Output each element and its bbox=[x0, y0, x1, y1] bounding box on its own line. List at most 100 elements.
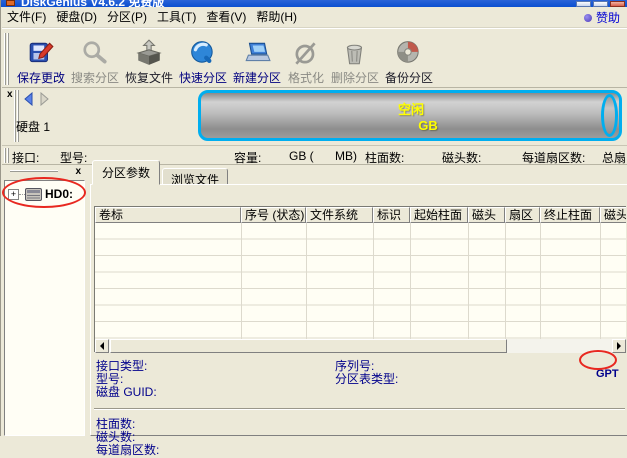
new-partition-button[interactable]: 新建分区 bbox=[230, 32, 284, 86]
quick-partition-button[interactable]: 快速分区 bbox=[176, 32, 230, 86]
save-changes-icon bbox=[27, 39, 55, 67]
partition-panel: 分区参数 浏览文件 卷标 序号 (状态) 文件系统 标识 起始柱面 磁头 扇区 … bbox=[90, 165, 627, 436]
geometry-details-section: 柱面数: 磁头数: 每道扇区数: bbox=[94, 412, 626, 456]
table-gridline bbox=[468, 223, 469, 339]
toolbar-button-label: 快速分区 bbox=[179, 69, 227, 86]
quick-partition-icon bbox=[189, 39, 217, 67]
tab-content: 卷标 序号 (状态) 文件系统 标识 起始柱面 磁头 扇区 终止柱面 磁头 bbox=[90, 184, 627, 436]
table-gridline bbox=[241, 223, 242, 339]
main-area: x + HD0: 分区参数 浏览文件 bbox=[1, 165, 627, 436]
scroll-left-icon bbox=[96, 342, 104, 350]
section-divider bbox=[94, 408, 625, 410]
disk-guid-label: 磁盘 GUID: bbox=[96, 383, 157, 400]
search-partition-icon bbox=[81, 39, 109, 67]
col-flag[interactable]: 标识 bbox=[373, 207, 410, 223]
hwrow-grip[interactable] bbox=[4, 148, 9, 163]
table-gridline bbox=[540, 223, 541, 339]
sponsor-label: 赞助 bbox=[596, 9, 620, 26]
col-seq-status[interactable]: 序号 (状态) bbox=[241, 207, 306, 223]
free-space-size: GB bbox=[351, 118, 471, 133]
toolbar-button-label: 搜索分区 bbox=[71, 69, 119, 86]
menu-help[interactable]: 帮助(H) bbox=[251, 7, 302, 27]
disk-space-bar[interactable]: 空闲 GB bbox=[198, 90, 622, 141]
table-header: 卷标 序号 (状态) 文件系统 标识 起始柱面 磁头 扇区 终止柱面 磁头 bbox=[95, 207, 626, 223]
hard-disk-icon bbox=[25, 188, 42, 201]
tree-item-label: HD0: bbox=[45, 187, 73, 201]
disk-details-section: 接口类型: 序列号: 型号: 分区表类型: GPT 磁盘 GUID: bbox=[94, 353, 626, 405]
search-partition-button[interactable]: 搜索分区 bbox=[68, 32, 122, 86]
menu-tools[interactable]: 工具(T) bbox=[152, 7, 201, 27]
toolbar: 保存更改 搜索分区 恢复文件 快速分区 bbox=[2, 28, 627, 88]
table-gridline bbox=[600, 223, 601, 339]
toolbar-button-label: 保存更改 bbox=[17, 69, 65, 86]
scroll-right-button[interactable] bbox=[612, 339, 626, 353]
title-bar: DiskGenius V4.6.2 免费版 bbox=[1, 0, 627, 7]
save-changes-button[interactable]: 保存更改 bbox=[14, 32, 68, 86]
table-gridline bbox=[410, 223, 411, 339]
table-gridline bbox=[505, 223, 506, 339]
next-disk-icon[interactable] bbox=[39, 92, 51, 106]
menu-view[interactable]: 查看(V) bbox=[201, 7, 251, 27]
menu-partition[interactable]: 分区(P) bbox=[102, 7, 152, 27]
delete-partition-icon bbox=[341, 39, 369, 67]
toolbar-button-label: 新建分区 bbox=[233, 69, 281, 86]
backup-partition-icon bbox=[395, 39, 423, 67]
model-label: 型号: bbox=[60, 149, 87, 166]
sidebar-close-icon[interactable]: x bbox=[75, 167, 81, 177]
toolbar-button-label: 备份分区 bbox=[385, 69, 433, 86]
table-gridline bbox=[373, 223, 374, 339]
tab-partition-params[interactable]: 分区参数 bbox=[92, 160, 160, 185]
expander-plus-icon[interactable]: + bbox=[8, 189, 19, 200]
free-space-label: 空闲 bbox=[351, 99, 471, 118]
tab-browse-files[interactable]: 浏览文件 bbox=[162, 168, 228, 185]
col-volume-label[interactable]: 卷标 bbox=[95, 207, 241, 223]
heads-label: 磁头数: bbox=[442, 149, 481, 166]
delete-partition-button[interactable]: 删除分区 bbox=[328, 32, 382, 86]
col-start-cylinder[interactable]: 起始柱面 bbox=[410, 207, 468, 223]
toolbar-button-label: 格式化 bbox=[288, 69, 324, 86]
total-sectors-label: 总扇区数: bbox=[602, 149, 627, 166]
menu-file[interactable]: 文件(F) bbox=[2, 7, 51, 27]
toolbar-button-label: 删除分区 bbox=[331, 69, 379, 86]
table-body-empty[interactable] bbox=[95, 223, 626, 339]
app-icon bbox=[6, 0, 15, 6]
cylinder-cap bbox=[601, 94, 618, 137]
format-icon bbox=[292, 39, 320, 67]
disk-label: 硬盘 1 bbox=[16, 118, 50, 135]
col-head[interactable]: 磁头 bbox=[468, 207, 505, 223]
partition-table-type-value: GPT bbox=[596, 368, 619, 380]
sidebar: x + HD0: bbox=[2, 165, 87, 436]
format-button[interactable]: 格式化 bbox=[284, 32, 328, 86]
col-sector[interactable]: 扇区 bbox=[505, 207, 540, 223]
toolbar-grip[interactable] bbox=[4, 33, 9, 85]
sectors-per-track-detail-label: 每道扇区数: bbox=[96, 441, 159, 458]
scrollbar-thumb[interactable] bbox=[110, 339, 507, 353]
tree-item-hd0[interactable]: + HD0: bbox=[8, 187, 73, 201]
sponsor-dot-icon bbox=[584, 14, 592, 22]
disk-overview-panel: x 硬盘 1 空闲 GB bbox=[2, 88, 627, 145]
sidebar-grip[interactable] bbox=[10, 170, 58, 173]
col-end-head[interactable]: 磁头 bbox=[600, 207, 626, 223]
horizontal-scrollbar[interactable] bbox=[95, 339, 626, 353]
panel-close-icon[interactable]: x bbox=[7, 90, 13, 100]
interface-label: 接口: bbox=[12, 149, 39, 166]
new-partition-icon bbox=[243, 39, 271, 67]
window-title: DiskGenius V4.6.2 免费版 bbox=[21, 0, 164, 7]
col-filesystem[interactable]: 文件系统 bbox=[306, 207, 373, 223]
backup-partition-button[interactable]: 备份分区 bbox=[382, 32, 436, 86]
col-end-cylinder[interactable]: 终止柱面 bbox=[540, 207, 600, 223]
capacity-mb-label: MB) bbox=[335, 149, 357, 163]
capacity-label: 容量: bbox=[234, 149, 261, 166]
disk-space-text: 空闲 GB bbox=[351, 99, 471, 133]
capacity-gb-label: GB ( bbox=[289, 149, 314, 163]
scroll-right-icon bbox=[617, 342, 625, 350]
tab-bar: 分区参数 浏览文件 bbox=[92, 166, 228, 185]
toolbar-button-label: 恢复文件 bbox=[125, 69, 173, 86]
sponsor-link[interactable]: 赞助 bbox=[584, 7, 620, 28]
scroll-left-button[interactable] bbox=[95, 339, 109, 353]
recover-files-button[interactable]: 恢复文件 bbox=[122, 32, 176, 86]
menu-disk[interactable]: 硬盘(D) bbox=[51, 7, 102, 27]
menu-bar: 文件(F) 硬盘(D) 分区(P) 工具(T) 查看(V) 帮助(H) 赞助 bbox=[2, 7, 627, 28]
prev-disk-icon[interactable] bbox=[22, 92, 34, 106]
recover-files-icon bbox=[135, 39, 163, 67]
